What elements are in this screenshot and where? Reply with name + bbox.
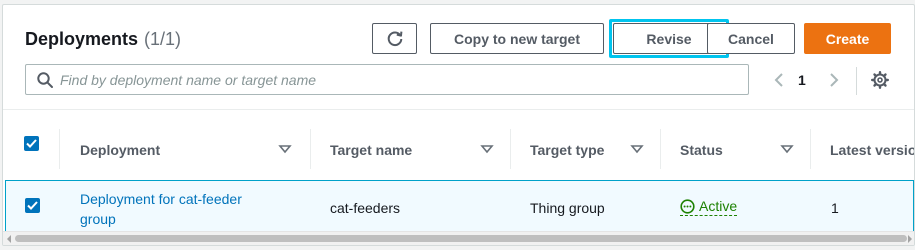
deployment-name-link[interactable]: Deployment for cat-feeder group: [80, 189, 242, 229]
column-label: Target name: [330, 142, 413, 158]
sort-caret-icon: [278, 145, 292, 154]
checkmark-icon: [27, 201, 38, 210]
table-settings-button[interactable]: [869, 69, 891, 91]
scroll-left-arrow-icon[interactable]: [5, 234, 13, 244]
status-active-icon: [680, 198, 695, 214]
status-badge[interactable]: Active: [680, 198, 738, 216]
chevron-left-icon: [774, 73, 783, 87]
target-name-cell: cat-feeders: [330, 200, 401, 216]
column-label: Latest version: [830, 142, 914, 158]
select-all-checkbox[interactable]: [24, 136, 39, 151]
scrollbar-thumb[interactable]: [15, 235, 907, 242]
column-label: Status: [680, 142, 723, 158]
refresh-button[interactable]: [372, 23, 417, 54]
copy-to-new-target-button[interactable]: Copy to new target: [430, 23, 604, 54]
column-divider: [310, 129, 311, 169]
table-row[interactable]: Deployment for cat-feeder group cat-feed…: [5, 180, 914, 235]
pagination-divider: [856, 67, 857, 95]
column-divider: [660, 129, 661, 169]
table-header: Deployment Target name Target type Statu…: [3, 123, 914, 177]
target-type-cell: Thing group: [530, 200, 605, 216]
gear-icon: [871, 71, 889, 89]
next-page-button[interactable]: [822, 67, 846, 93]
previous-page-button[interactable]: [767, 67, 791, 93]
horizontal-scrollbar[interactable]: [3, 231, 914, 245]
deployment-name-line: group: [80, 211, 116, 227]
header-divider: [3, 109, 914, 110]
deployments-panel: Deployments (1/1) Copy to new target Revi…: [2, 4, 915, 246]
page-number[interactable]: 1: [798, 72, 806, 88]
page-title: Deployments (1/1): [25, 29, 181, 50]
row-select-checkbox[interactable]: [25, 198, 40, 213]
sort-caret-icon: [630, 145, 644, 154]
deployment-count: (1/1): [144, 29, 182, 49]
column-label: Deployment: [80, 142, 161, 158]
column-divider: [59, 129, 60, 169]
status-text: Active: [699, 198, 738, 214]
cancel-button[interactable]: Cancel: [707, 23, 795, 54]
refresh-icon: [387, 30, 402, 46]
column-header-target-type[interactable]: Target type: [530, 123, 660, 177]
sort-caret-icon: [480, 145, 494, 154]
column-header-deployment[interactable]: Deployment: [80, 123, 310, 177]
chevron-right-icon: [830, 73, 839, 87]
latest-version-cell: 1: [831, 200, 839, 216]
sort-caret-icon: [780, 145, 794, 154]
column-header-target-name[interactable]: Target name: [330, 123, 510, 177]
scroll-right-arrow-icon[interactable]: [906, 234, 914, 244]
deployment-name-line: Deployment for cat-feeder: [80, 191, 242, 207]
column-label: Target type: [530, 142, 605, 158]
column-header-latest-version[interactable]: Latest version: [830, 123, 914, 177]
checkmark-icon: [26, 139, 37, 148]
create-button[interactable]: Create: [804, 23, 891, 54]
search-input[interactable]: [60, 65, 740, 94]
page-title-text: Deployments: [25, 29, 139, 49]
search-box[interactable]: [25, 64, 749, 95]
column-divider: [510, 129, 511, 169]
search-icon: [37, 72, 53, 88]
column-divider: [810, 129, 811, 169]
column-header-status[interactable]: Status: [680, 123, 810, 177]
